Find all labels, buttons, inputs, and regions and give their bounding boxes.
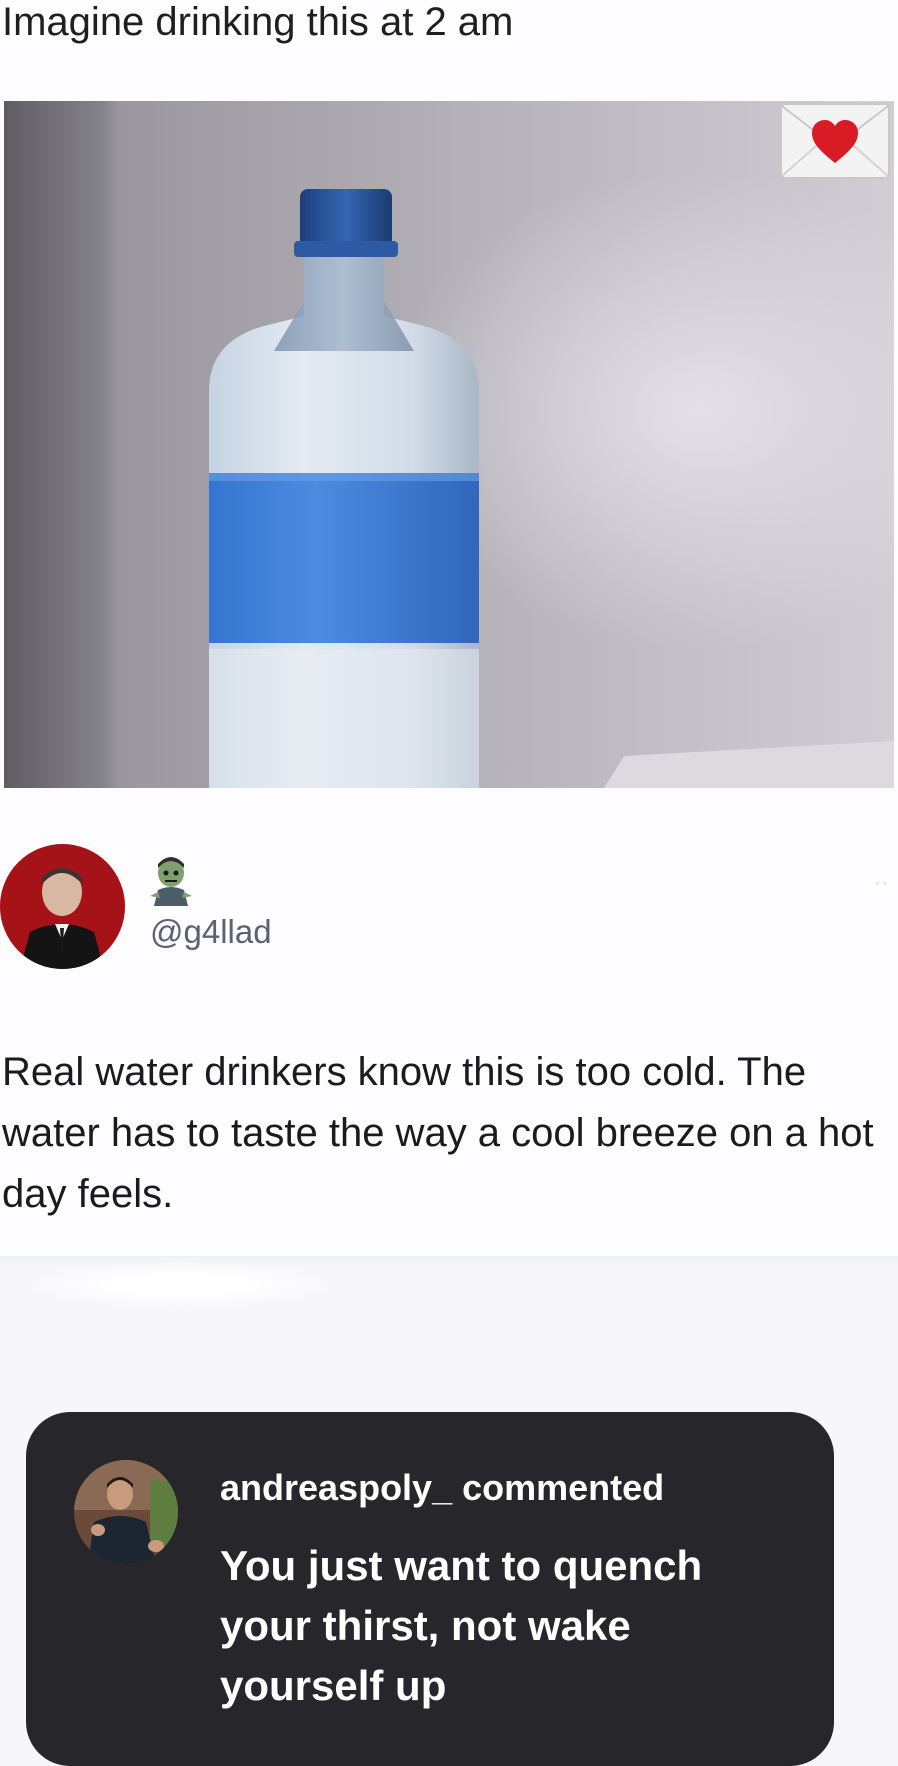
commenter-avatar[interactable] bbox=[74, 1460, 178, 1564]
zombie-emoji-icon bbox=[148, 856, 194, 906]
comment-author[interactable]: andreaspoly_ commented bbox=[220, 1466, 664, 1510]
post-caption: Imagine drinking this at 2 am bbox=[2, 0, 514, 44]
more-dots-icon[interactable]: ·· bbox=[874, 872, 889, 895]
tweet-text: Real water drinkers know this is too col… bbox=[2, 1050, 874, 1216]
smudge-decoration bbox=[30, 1262, 330, 1308]
love-letter-icon[interactable] bbox=[780, 103, 890, 179]
comment-text: You just want to quench your thirst, not… bbox=[220, 1542, 703, 1709]
bottle-illustration bbox=[4, 101, 894, 788]
avatar[interactable] bbox=[0, 844, 125, 969]
bottle-of-water-photo[interactable] bbox=[4, 101, 894, 788]
user-handle[interactable]: @g4llad bbox=[150, 910, 272, 954]
